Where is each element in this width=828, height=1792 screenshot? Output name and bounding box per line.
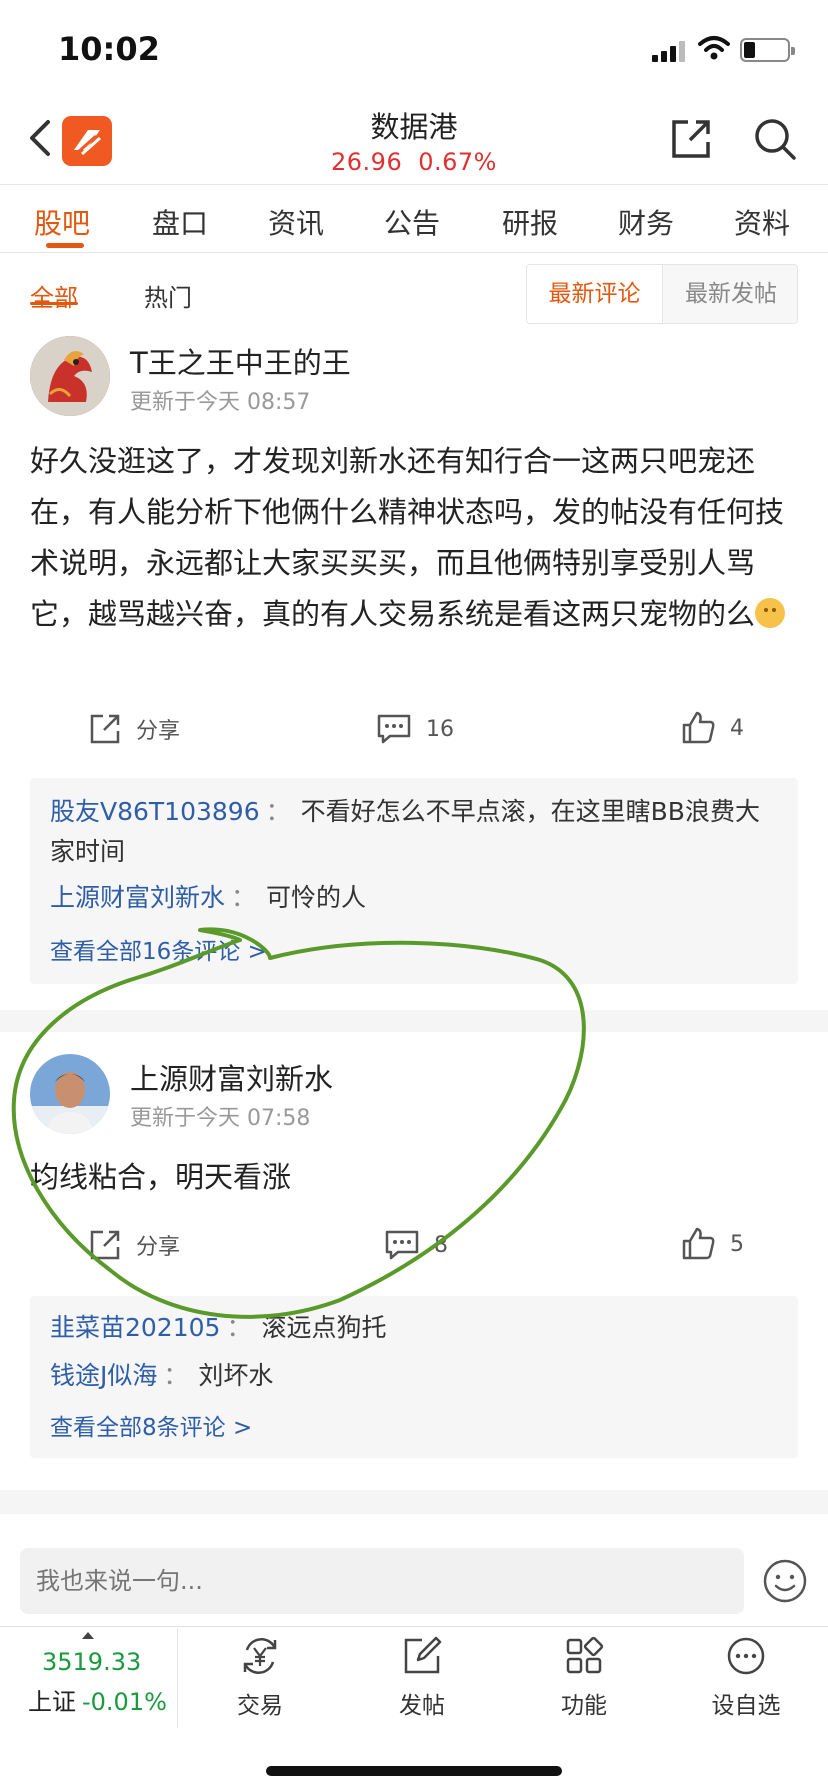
post-comment-button[interactable]: 16: [376, 712, 454, 746]
comment-text: 刘坏水: [198, 1361, 274, 1390]
stock-price: 26.96: [331, 148, 403, 176]
sort-toggle: 最新评论 最新发帖: [526, 264, 798, 324]
share-icon: [90, 714, 120, 744]
like-count: 4: [730, 715, 744, 741]
post-content-text: 好久没逛这了，才发现刘新水还有知行合一这两只吧宠还在，有人能分析下他俩什么精神状…: [30, 444, 785, 631]
nav-post-label: 发帖: [399, 1693, 445, 1719]
divider: [0, 252, 828, 253]
nav-watchlist-label: 设自选: [711, 1693, 781, 1719]
like-count: 5: [730, 1231, 744, 1257]
index-name: 上证: [28, 1688, 76, 1716]
filter-hot[interactable]: 热门: [144, 278, 192, 313]
comment-text: 可怜的人: [266, 883, 367, 912]
battery-icon: [740, 38, 795, 62]
nav-post[interactable]: 发帖: [362, 1636, 482, 1720]
stock-change: 0.67%: [418, 148, 497, 176]
trade-yen-icon: [243, 1638, 277, 1674]
post-comment-button[interactable]: 8: [384, 1228, 448, 1262]
tab-news[interactable]: 资讯: [268, 202, 324, 242]
sort-latest-comment[interactable]: 最新评论: [527, 265, 663, 323]
post-time: 更新于今天 07:58: [130, 1106, 311, 1131]
app-page: 10:02 数据港 26.96 0.67% 股吧 盘口 资讯 公告 研报 财务 …: [0, 0, 828, 1792]
comment-preview: 股友V86T103896：不看好怎么不早点滚，在这里瞎BB浪费大家时间 上源财富…: [30, 778, 798, 984]
share-label: 分享: [136, 719, 181, 744]
comment-icon: [377, 714, 411, 744]
comment-author[interactable]: 韭菜苗202105: [50, 1313, 220, 1342]
post-time: 更新于今天 08:57: [130, 390, 311, 415]
tab-active-indicator: [46, 243, 84, 248]
tab-bar: 股吧 盘口 资讯 公告 研报 财务 资料: [0, 186, 828, 252]
comment-input[interactable]: [20, 1548, 744, 1614]
section-gap: [0, 1010, 828, 1032]
tab-pankou[interactable]: 盘口: [152, 202, 208, 242]
tab-profile[interactable]: 资料: [734, 202, 790, 242]
view-all-comments-link[interactable]: 查看全部8条评论 >: [50, 1408, 252, 1442]
more-circle-icon: [727, 1637, 765, 1675]
post-author[interactable]: 上源财富刘新水: [130, 1056, 333, 1098]
tab-finance[interactable]: 财务: [618, 202, 674, 242]
share-label: 分享: [136, 1235, 181, 1260]
nav-functions-label: 功能: [561, 1693, 607, 1719]
grid-icon: [566, 1636, 604, 1674]
nav-trade[interactable]: 交易: [200, 1636, 320, 1720]
filter-all[interactable]: 全部: [30, 278, 78, 313]
comment-icon: [385, 1230, 419, 1260]
emoji-icon: [755, 598, 786, 628]
market-index[interactable]: 3519.33 上证 -0.01%: [0, 1628, 178, 1728]
filter-active-indicator: [30, 302, 78, 305]
post-like-button[interactable]: 4: [680, 710, 744, 746]
post-share-button[interactable]: 分享: [88, 712, 180, 746]
index-change: -0.01%: [82, 1688, 167, 1716]
sort-latest-post[interactable]: 最新发帖: [663, 265, 797, 323]
comment-author[interactable]: 股友V86T103896: [50, 797, 260, 826]
nav-functions[interactable]: 功能: [524, 1636, 644, 1720]
search-icon[interactable]: [752, 116, 798, 162]
nav-watchlist[interactable]: 设自选: [686, 1636, 806, 1720]
compose-icon: [404, 1636, 442, 1674]
comment-count: 16: [426, 716, 454, 742]
share-icon: [90, 1230, 120, 1260]
comment-author[interactable]: 钱途J似海: [50, 1361, 157, 1390]
nav-trade-label: 交易: [237, 1693, 283, 1719]
status-bar: 10:02: [0, 0, 828, 100]
post-like-button[interactable]: 5: [680, 1226, 744, 1262]
comment-item[interactable]: 韭菜苗202105：滚远点狗托: [50, 1308, 780, 1348]
home-indicator: [266, 1766, 562, 1776]
signal-icon: [652, 40, 688, 62]
avatar[interactable]: [30, 1054, 110, 1134]
thumbs-up-icon: [682, 1227, 715, 1260]
post-author[interactable]: T王之王中王的王: [130, 340, 351, 382]
thumbs-up-icon: [682, 711, 715, 744]
share-icon[interactable]: [668, 116, 714, 162]
index-label: 上证 -0.01%: [28, 1682, 167, 1717]
post-share-button[interactable]: 分享: [88, 1228, 180, 1262]
index-value: 3519.33: [42, 1648, 142, 1676]
section-gap: [0, 1490, 828, 1514]
emoji-picker-icon[interactable]: [762, 1558, 808, 1604]
post-content[interactable]: 均线粘合，明天看涨: [30, 1152, 790, 1203]
avatar[interactable]: [30, 336, 110, 416]
comment-item[interactable]: 股友V86T103896：不看好怎么不早点滚，在这里瞎BB浪费大家时间: [50, 792, 780, 872]
divider: [0, 1626, 828, 1627]
comment-count: 8: [434, 1232, 448, 1258]
tab-guba[interactable]: 股吧: [34, 202, 90, 242]
comment-preview: 韭菜苗202105：滚远点狗托 钱途J似海：刘坏水 查看全部8条评论 >: [30, 1296, 798, 1458]
status-time: 10:02: [58, 30, 160, 68]
comment-text: 滚远点狗托: [261, 1313, 387, 1342]
comment-author[interactable]: 上源财富刘新水: [50, 883, 225, 912]
post-content[interactable]: 好久没逛这了，才发现刘新水还有知行合一这两只吧宠还在，有人能分析下他俩什么精神状…: [30, 436, 790, 640]
wifi-icon: [698, 36, 730, 60]
tab-announcement[interactable]: 公告: [384, 202, 440, 242]
divider: [0, 184, 828, 185]
view-all-comments-link[interactable]: 查看全部16条评论 >: [50, 932, 267, 966]
expand-arrow-icon: [82, 1632, 94, 1639]
comment-item[interactable]: 上源财富刘新水：可怜的人: [50, 878, 780, 918]
comment-item[interactable]: 钱途J似海：刘坏水: [50, 1356, 780, 1396]
tab-research[interactable]: 研报: [502, 202, 558, 242]
